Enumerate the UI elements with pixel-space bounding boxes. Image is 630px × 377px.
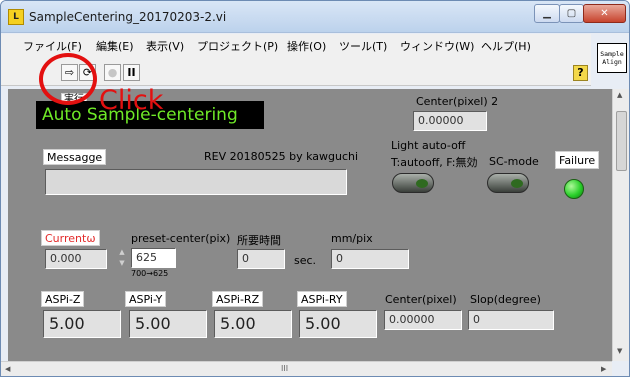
sc-mode-label: SC-mode (489, 155, 539, 168)
scroll-left-icon[interactable]: ◀ (5, 365, 10, 373)
maximize-icon: ▢ (566, 8, 577, 19)
click-annotation-circle (39, 53, 97, 105)
elapsed-time-unit: sec. (294, 254, 317, 267)
decrement-arrow-icon[interactable]: ▼ (117, 258, 127, 269)
light-auto-off-sublabel: T:autooff, F:無効 (391, 156, 478, 169)
menu-bar: ファイル(F) 編集(E) 表示(V) プロジェクト(P) 操作(O) ツール(… (1, 34, 591, 56)
pause-button[interactable]: II (123, 64, 140, 81)
scroll-up-icon[interactable]: ▲ (617, 91, 622, 99)
labview-window: L SampleCentering_20170203-2.vi ▁ ▢ ✕ ファ… (0, 0, 630, 377)
light-auto-off-toggle[interactable] (392, 173, 434, 193)
currentw-label: Currentω (41, 230, 100, 246)
minimize-icon: ▁ (543, 8, 551, 19)
increment-arrow-icon[interactable]: ▲ (117, 247, 127, 258)
aspi-rz-indicator: 5.00 (214, 310, 292, 338)
center-pixel-indicator: 0.00000 (384, 310, 462, 330)
abort-icon: ● (107, 66, 118, 79)
menu-view[interactable]: 表示(V) (146, 38, 184, 54)
close-icon: ✕ (600, 8, 609, 19)
click-annotation-text: Click (99, 85, 164, 116)
elapsed-time-label: 所要時間 (237, 234, 281, 247)
currentw-indicator: 0.000 (45, 249, 107, 269)
failure-label: Failure (555, 151, 600, 169)
vi-icon: Sample Align (597, 43, 627, 73)
messagge-indicator (45, 169, 347, 195)
menu-operate[interactable]: 操作(O) (287, 38, 326, 54)
help-icon: ? (577, 66, 584, 79)
revision-label: REV 20180525 by kawguchi (204, 150, 359, 163)
scroll-down-icon[interactable]: ▼ (617, 347, 622, 355)
minimize-button[interactable]: ▁ (534, 4, 560, 23)
preset-center-note: 700→625 (131, 269, 169, 278)
aspi-z-indicator: 5.00 (43, 310, 121, 338)
preset-center-stepper[interactable]: ▲ ▼ (117, 247, 127, 269)
menu-file[interactable]: ファイル(F) (23, 38, 82, 54)
preset-center-input[interactable]: 625 (131, 248, 176, 268)
center-pixel2-indicator: 0.00000 (413, 111, 487, 131)
aspi-y-indicator: 5.00 (129, 310, 207, 338)
toggle-indicator (416, 179, 428, 188)
abort-button[interactable]: ● (104, 64, 121, 81)
menu-window[interactable]: ウィンドウ(W) (400, 38, 474, 54)
pause-icon: II (127, 66, 136, 79)
aspi-ry-indicator: 5.00 (299, 310, 377, 338)
maximize-button[interactable]: ▢ (559, 4, 584, 23)
scroll-right-icon[interactable]: ▶ (601, 365, 606, 373)
vertical-scroll-thumb[interactable] (616, 111, 627, 171)
messagge-label: Messagge (43, 149, 107, 165)
labview-app-icon[interactable]: L (8, 9, 24, 25)
menu-project[interactable]: プロジェクト(P) (197, 38, 278, 54)
toggle-indicator (511, 179, 523, 188)
context-help-button[interactable]: ? (573, 65, 588, 81)
slop-degree-label: Slop(degree) (470, 293, 541, 306)
center-pixel2-label: Center(pixel) 2 (416, 95, 499, 108)
scroll-grip-icon: III (281, 364, 289, 373)
horizontal-scrollbar[interactable]: ◀ III ▶ (1, 361, 612, 376)
slop-degree-indicator: 0 (468, 310, 554, 330)
aspi-z-label: ASPi-Z (41, 291, 85, 307)
aspi-y-label: ASPi-Y (125, 291, 167, 307)
aspi-ry-label: ASPi-RY (297, 291, 347, 307)
menu-tools[interactable]: ツール(T) (339, 38, 387, 54)
menu-edit[interactable]: 編集(E) (96, 38, 134, 54)
mm-per-pix-label: mm/pix (331, 232, 373, 245)
center-pixel-label: Center(pixel) (385, 293, 457, 306)
menu-help[interactable]: ヘルプ(H) (481, 38, 531, 54)
window-title: SampleCentering_20170203-2.vi (29, 10, 227, 24)
failure-led (564, 179, 584, 199)
light-auto-off-label: Light auto-off (391, 139, 466, 152)
preset-center-label: preset-center(pix) (131, 232, 231, 245)
vi-icon-label: Sample Align (600, 50, 624, 66)
vertical-scrollbar[interactable]: ▲ ▼ (612, 89, 629, 361)
sc-mode-toggle[interactable] (487, 173, 529, 193)
elapsed-time-indicator: 0 (237, 249, 285, 269)
close-button[interactable]: ✕ (583, 4, 626, 23)
aspi-rz-label: ASPi-RZ (212, 291, 264, 307)
mm-per-pix-indicator: 0 (331, 249, 409, 269)
title-bar: L SampleCentering_20170203-2.vi ▁ ▢ ✕ (1, 1, 629, 33)
